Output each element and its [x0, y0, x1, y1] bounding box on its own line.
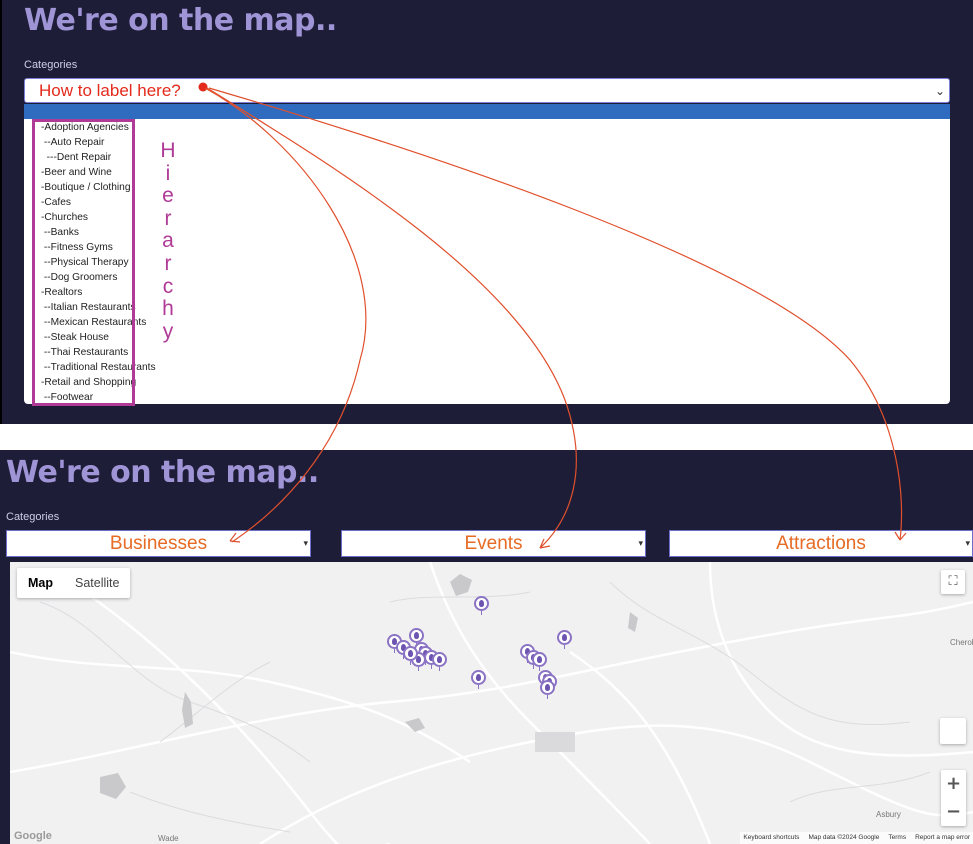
town-label: Asbury — [876, 810, 901, 819]
report-error-link[interactable]: Report a map error — [915, 832, 970, 844]
hierarchy-letter: r — [164, 206, 172, 230]
chevron-down-icon[interactable]: ▾ — [303, 538, 308, 549]
zoom-out-button[interactable]: − — [941, 798, 966, 826]
top-panel: We're on the map.. Categories How to lab… — [0, 0, 973, 424]
map-roads — [10, 562, 973, 844]
events-select[interactable]: Events ▾ — [341, 530, 646, 557]
zoom-in-button[interactable]: + — [941, 770, 966, 798]
events-label: Events — [464, 533, 523, 554]
hierarchy-letter: y — [162, 319, 174, 343]
hierarchy-letter: H — [160, 139, 176, 162]
keyboard-shortcuts-link[interactable]: Keyboard shortcuts — [743, 832, 799, 844]
map-marker-icon[interactable] — [432, 652, 447, 671]
chevron-down-icon[interactable]: ⌄ — [935, 84, 945, 98]
businesses-label: Businesses — [109, 533, 208, 554]
map-data-text: Map data ©2024 Google — [808, 834, 880, 841]
pegman-icon[interactable] — [940, 718, 966, 744]
page-title: We're on the map.. — [24, 3, 337, 38]
attractions-select[interactable]: Attractions ▾ — [669, 530, 973, 557]
hierarchy-highlight-box — [32, 119, 135, 406]
map-marker-icon[interactable] — [409, 628, 424, 647]
attractions-label: Attractions — [776, 533, 866, 554]
map-marker-icon[interactable] — [403, 646, 418, 665]
map-marker-icon[interactable] — [557, 630, 572, 649]
businesses-select[interactable]: Businesses ▾ — [6, 530, 311, 557]
terms-link[interactable]: Terms — [888, 832, 906, 844]
map-marker-icon[interactable] — [532, 652, 547, 671]
categories-label: Categories — [6, 511, 60, 523]
satellite-view-button[interactable]: Satellite — [64, 568, 130, 598]
chevron-down-icon[interactable]: ▾ — [965, 538, 970, 549]
zoom-controls: + − — [941, 770, 966, 826]
fullscreen-icon[interactable]: ⛶ — [941, 570, 965, 594]
town-label: Cherok — [950, 638, 973, 647]
map-view-button[interactable]: Map — [17, 568, 64, 598]
category-select[interactable]: How to label here? ⌄ — [24, 78, 950, 103]
map-marker-icon[interactable] — [474, 596, 489, 615]
hierarchy-letter: a — [162, 229, 174, 253]
map-footer: Keyboard shortcuts Map data ©2024 Google… — [740, 832, 973, 844]
hierarchy-letter: i — [165, 161, 171, 185]
map-marker-icon[interactable] — [540, 680, 555, 699]
dropdown-highlighted-option[interactable] — [24, 104, 950, 119]
map-view[interactable]: Map Satellite ⛶ + − Cherok Asbury Wade G… — [10, 562, 973, 844]
categories-label: Categories — [24, 59, 78, 71]
hierarchy-letter: h — [162, 297, 174, 321]
hierarchy-letter: r — [164, 251, 172, 275]
page-title: We're on the map.. — [6, 455, 319, 490]
town-label: Wade — [158, 834, 179, 843]
hierarchy-letter: e — [162, 184, 174, 208]
hierarchy-letter: c — [162, 274, 174, 298]
map-marker-icon[interactable] — [471, 670, 486, 689]
map-type-toggle[interactable]: Map Satellite — [17, 568, 131, 598]
hierarchy-annotation: Hierarchy — [157, 139, 179, 343]
select-annotation-text: How to label here? — [39, 81, 181, 100]
chevron-down-icon[interactable]: ▾ — [638, 538, 643, 549]
google-logo: Google — [14, 830, 52, 842]
